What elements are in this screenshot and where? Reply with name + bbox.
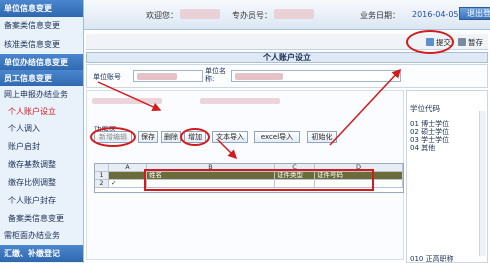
- sidebar-item-counter-business[interactable]: 需柜面办结业务: [0, 227, 83, 244]
- unit-info-row: 单位账号 单位名 称:: [86, 64, 488, 88]
- annotation-circle-submit: [406, 30, 454, 54]
- business-date-value: 2016-04-05: [412, 10, 459, 19]
- redacted-text: [200, 98, 280, 104]
- grid-row-number: 2: [95, 180, 109, 188]
- sidebar-item-unit-closing-change[interactable]: 单位办结信息变更: [0, 54, 83, 71]
- delete-button[interactable]: 删除: [161, 131, 181, 143]
- code-reference-panel: 学位代码 01 博士学位 02 硕士学位 03 学士学位 04 其他 010 正…: [406, 90, 488, 263]
- save-icon: [458, 38, 466, 46]
- save-button[interactable]: 保存: [138, 131, 158, 143]
- grid-cell[interactable]: [109, 172, 147, 180]
- sidebar-item-ratio-adjust[interactable]: 缴存比例调整: [0, 174, 83, 191]
- redacted-text: [92, 98, 162, 104]
- welcome-label: 欢迎您：: [146, 11, 178, 20]
- top-bar: 欢迎您： 专办员号： 业务日期： 2016-04-05 退出登录: [84, 0, 490, 30]
- initialize-button[interactable]: 初始化: [307, 131, 337, 143]
- sidebar-item-filing-change[interactable]: 备案类信息变更: [0, 17, 83, 34]
- unit-name-field[interactable]: [231, 70, 401, 82]
- excel-import-button[interactable]: excel导入: [254, 131, 300, 143]
- sidebar: 单位信息变更 备案类信息变更 核准类信息变更 单位办结信息变更 员工信息变更 网…: [0, 0, 84, 263]
- annotation-circle-add: [180, 128, 210, 146]
- sidebar-item-online-business[interactable]: 网上申报办结业务: [0, 86, 83, 103]
- logout-button[interactable]: 退出登录: [459, 7, 490, 20]
- sidebar-item-approval-change[interactable]: 核准类信息变更: [0, 36, 83, 53]
- sidebar-item-personal-account-setup[interactable]: 个人账户设立: [0, 103, 83, 120]
- grid-row-checkbox[interactable]: ✓: [109, 180, 147, 188]
- unit-account-field[interactable]: [133, 70, 203, 82]
- operator-label: 专办员号：: [232, 11, 272, 20]
- operator-id-redacted: [274, 9, 314, 19]
- annotation-rect-row: [144, 169, 374, 191]
- sidebar-item-base-adjust[interactable]: 缴存基数调整: [0, 156, 83, 173]
- grid-col-header: A: [109, 164, 147, 172]
- sidebar-item-filing-info-change[interactable]: 备案类信息变更: [0, 210, 83, 227]
- sidebar-item-employee-info-change[interactable]: 员工信息变更: [0, 70, 83, 87]
- degree-code-item: 010 正高职称: [410, 255, 454, 263]
- sidebar-item-personal-transfer-in[interactable]: 个人调入: [0, 120, 83, 137]
- save-draft-button[interactable]: 暂存: [458, 37, 483, 48]
- sidebar-item-account-unseal[interactable]: 账户启封: [0, 138, 83, 155]
- degree-code-item: 04 其他: [410, 144, 436, 152]
- degree-code-title: 学位代码: [410, 104, 440, 113]
- business-date-label: 业务日期：: [360, 11, 400, 20]
- sidebar-item-unit-info-change[interactable]: 单位信息变更: [0, 0, 83, 17]
- unit-name-label: 单位名 称:: [205, 67, 226, 83]
- grid-row-number: 1: [95, 172, 109, 180]
- panel-scrollbar[interactable]: [479, 111, 486, 256]
- user-name-redacted: [180, 9, 220, 19]
- unit-account-label: 单位账号: [93, 73, 121, 81]
- annotation-circle-new-edit: [90, 127, 136, 147]
- sidebar-item-account-seal[interactable]: 个人账户封存: [0, 192, 83, 209]
- text-import-button[interactable]: 文本导入: [212, 131, 248, 143]
- sidebar-item-payment-registration[interactable]: 汇缴、补缴登记: [0, 245, 83, 262]
- grid-corner: [95, 164, 109, 172]
- save-draft-label: 暂存: [468, 38, 483, 47]
